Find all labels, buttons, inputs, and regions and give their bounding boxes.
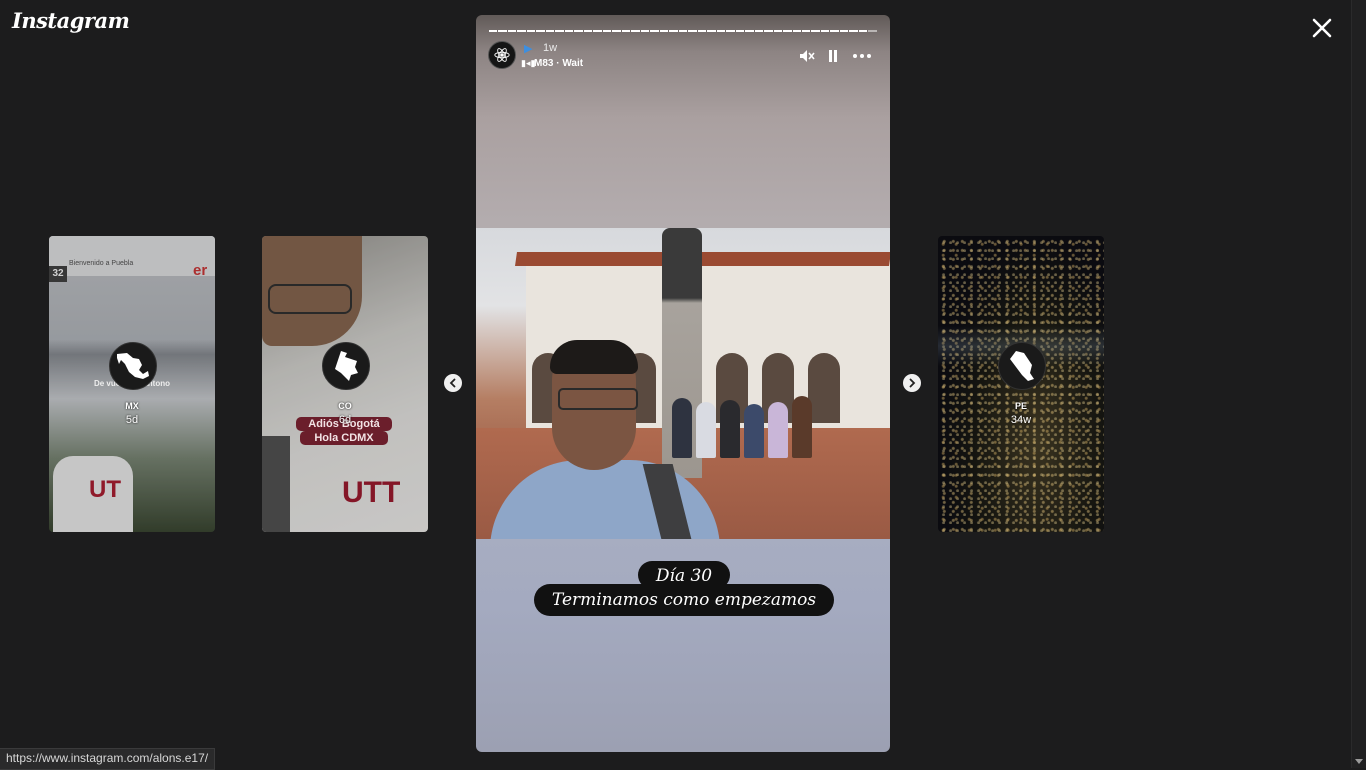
story-username: PE xyxy=(1014,401,1027,411)
peru-map-icon xyxy=(1010,351,1034,381)
progress-segment xyxy=(754,30,764,32)
progress-segment xyxy=(536,30,545,32)
mexico-map-icon xyxy=(117,353,149,379)
avatar xyxy=(998,342,1046,390)
hair-shape xyxy=(550,340,638,374)
progress-segment xyxy=(640,30,650,32)
progress-segment xyxy=(773,30,783,32)
progress-segment xyxy=(574,30,583,32)
progress-segment xyxy=(507,30,517,32)
progress-segment xyxy=(858,30,868,32)
progress-segment xyxy=(726,30,735,32)
more-options-button[interactable] xyxy=(852,47,871,65)
progress-segment xyxy=(659,30,669,32)
progress-segment xyxy=(669,30,678,32)
progress-segment xyxy=(820,30,830,32)
progress-segment xyxy=(602,30,612,32)
progress-segment xyxy=(792,30,801,32)
more-horizontal-icon xyxy=(853,54,871,58)
chevron-left-icon xyxy=(449,378,456,388)
progress-segment xyxy=(564,30,574,32)
progress-segment xyxy=(612,30,621,32)
story-card-co[interactable]: UTT Adiós Bogotá Hola CDMX CO 6d xyxy=(262,236,428,532)
progress-segment xyxy=(631,30,640,32)
flag-icon: ▶ xyxy=(524,43,533,55)
link-preview-url: https://www.instagram.com/alons.e17/ xyxy=(0,748,216,770)
avatar xyxy=(322,342,370,390)
story-avatar[interactable] xyxy=(488,41,516,69)
story-time: 34w xyxy=(1010,414,1032,426)
progress-segment xyxy=(839,30,849,32)
progress-segment xyxy=(745,30,754,32)
chevron-right-icon xyxy=(909,378,916,388)
progress-segment xyxy=(526,30,536,32)
story-username: MX xyxy=(125,401,139,411)
progress-segment xyxy=(555,30,564,32)
group-of-people xyxy=(672,378,842,458)
story-card-pe[interactable]: PE 34w xyxy=(938,236,1104,532)
progress-segment xyxy=(498,30,507,32)
instagram-logo[interactable]: Instagram xyxy=(12,8,130,33)
progress-segment xyxy=(678,30,688,32)
progress-segment xyxy=(545,30,555,32)
progress-segment xyxy=(735,30,745,32)
story-time: 6d xyxy=(338,414,352,426)
story-username: CO xyxy=(338,401,352,411)
atom-icon xyxy=(494,48,510,62)
progress-segment xyxy=(849,30,858,32)
glasses-shape xyxy=(558,388,638,410)
sticker-line2: Hola CDMX xyxy=(300,431,388,445)
previous-story-button[interactable] xyxy=(444,374,462,392)
progress-segment xyxy=(688,30,697,32)
music-label[interactable]: M83 · Wait xyxy=(534,58,583,69)
story-time: 5d xyxy=(125,414,139,426)
close-icon[interactable] xyxy=(1308,14,1336,42)
story-time: 1w xyxy=(543,42,558,54)
progress-segment xyxy=(517,30,526,32)
progress-segment xyxy=(716,30,726,32)
pause-button[interactable] xyxy=(824,47,842,65)
speaker-muted-icon xyxy=(800,50,815,62)
next-story-button[interactable] xyxy=(903,374,921,392)
story-photo xyxy=(476,228,890,539)
story-card-mx[interactable]: Bienvenido a Puebla 32 er UT De vuelta .… xyxy=(49,236,215,532)
progress-segment xyxy=(593,30,602,32)
progress-segment xyxy=(764,30,773,32)
story-viewer[interactable]: ▶ 1w ▮◂▮ M83 · Wait Día 30 Terminamos co… xyxy=(476,15,890,752)
caption-text: Terminamos como empezamos xyxy=(534,584,834,616)
progress-bar xyxy=(489,30,877,33)
scrollbar[interactable] xyxy=(1351,0,1366,768)
tower-shape xyxy=(531,256,561,306)
mute-button[interactable] xyxy=(798,47,816,65)
progress-segment xyxy=(583,30,593,32)
progress-segment xyxy=(868,30,877,32)
progress-segment xyxy=(811,30,820,32)
progress-segment xyxy=(650,30,659,32)
progress-segment xyxy=(801,30,811,32)
progress-segment xyxy=(697,30,707,32)
scroll-down-arrow-icon[interactable] xyxy=(1355,759,1363,764)
progress-segment xyxy=(621,30,631,32)
roof-shape xyxy=(515,252,890,266)
progress-segment xyxy=(830,30,839,32)
avatar xyxy=(109,342,157,390)
colombia-map-icon xyxy=(335,351,358,381)
progress-segment xyxy=(783,30,792,32)
progress-segment xyxy=(489,30,498,32)
progress-segment xyxy=(707,30,716,32)
pause-icon xyxy=(829,50,837,62)
